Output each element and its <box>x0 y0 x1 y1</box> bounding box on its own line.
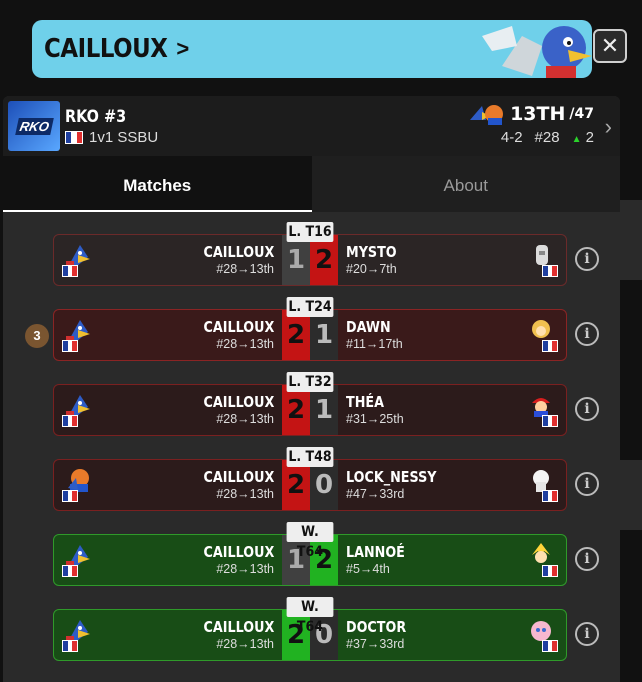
opponent-seed: #20→7th <box>346 262 397 276</box>
opponent-score: 0 <box>310 460 338 510</box>
player-score: 1 <box>282 235 310 285</box>
background-strip <box>620 460 642 530</box>
info-icon[interactable]: i <box>575 247 599 271</box>
player-name: CAILLOUX <box>203 468 274 486</box>
opponent-name: DOCTOR <box>346 618 407 636</box>
event-name: 1v1 SSBU <box>89 128 159 146</box>
tournament-row[interactable]: RKO RKO #3 1v1 SSBU 13TH/47 4-2 #28 ▲ 2 … <box>3 96 620 156</box>
player-character-icon <box>62 393 90 427</box>
opponent-seed: #5→4th <box>346 562 390 576</box>
round-label: W. T64 <box>286 597 334 635</box>
rosalina-character-icon <box>530 468 558 502</box>
player-character-icon <box>62 618 90 652</box>
cloud-character-icon <box>530 543 558 577</box>
france-flag-icon <box>542 265 558 277</box>
seed: #28 <box>534 129 560 146</box>
france-flag-icon <box>62 415 78 427</box>
france-flag-icon <box>65 130 83 144</box>
player-name: CAILLOUX <box>203 393 274 411</box>
seed-delta: 2 <box>585 129 594 146</box>
player-character-icon <box>62 468 90 502</box>
mario-character-icon <box>530 393 558 427</box>
player-name: CAILLOUX <box>203 243 274 261</box>
seed-badge: 3 <box>25 324 49 348</box>
opponent-seed: #31→25th <box>346 412 404 426</box>
player-name: CAILLOUX <box>203 318 274 336</box>
opponent-name: LOCK_NESSY <box>346 468 437 486</box>
opponent-name: LANNOÉ <box>346 543 405 561</box>
player-score: 2 <box>282 385 310 435</box>
placement: 13TH <box>510 103 566 125</box>
opponent-score: 1 <box>310 385 338 435</box>
player-name: CAILLOUX <box>44 34 168 64</box>
info-icon[interactable]: i <box>575 547 599 571</box>
player-score: 2 <box>282 460 310 510</box>
background-strip <box>620 200 642 280</box>
player-score: 2 <box>282 310 310 360</box>
up-triangle-icon: ▲ <box>571 134 582 145</box>
france-flag-icon <box>62 565 78 577</box>
france-flag-icon <box>542 640 558 652</box>
player-seed: #28→13th <box>216 487 274 501</box>
opponent-seed: #11→17th <box>346 337 403 351</box>
close-button[interactable]: ✕ <box>593 29 627 63</box>
france-flag-icon <box>542 490 558 502</box>
round-label: W. T64 <box>286 522 334 560</box>
player-seed: #28→13th <box>216 412 274 426</box>
opponent-name: DAWN <box>346 318 391 336</box>
player-banner[interactable]: CAILLOUX > <box>32 20 592 78</box>
player-character-icon <box>62 543 90 577</box>
france-flag-icon <box>542 565 558 577</box>
villager-character-icon <box>530 318 558 352</box>
info-icon[interactable]: i <box>575 622 599 646</box>
opponent-score: 1 <box>310 310 338 360</box>
france-flag-icon <box>62 340 78 352</box>
entrants: /47 <box>569 106 594 122</box>
player-seed: #28→13th <box>216 562 274 576</box>
opponent-seed: #37→33rd <box>346 637 405 651</box>
france-flag-icon <box>62 640 78 652</box>
player-character-icon <box>62 318 90 352</box>
falco-character-art <box>482 26 592 78</box>
opponent-name: MYSTO <box>346 243 397 261</box>
player-name: CAILLOUX <box>203 543 274 561</box>
tab-bar: Matches About <box>3 156 620 212</box>
set-record: 4-2 <box>500 129 523 146</box>
tournament-logo: RKO <box>8 101 60 151</box>
round-label: L. T16 <box>286 222 334 242</box>
player-seed: #28→13th <box>216 262 274 276</box>
info-icon[interactable]: i <box>575 322 599 346</box>
opponent-name: THÉA <box>346 393 384 411</box>
player-seed: #28→13th <box>216 637 274 651</box>
player-name: CAILLOUX <box>203 618 274 636</box>
opponent-score: 2 <box>310 235 338 285</box>
france-flag-icon <box>542 340 558 352</box>
france-flag-icon <box>542 415 558 427</box>
round-label: L. T24 <box>286 297 334 317</box>
jigglypuff-character-icon <box>530 618 558 652</box>
info-icon[interactable]: i <box>575 472 599 496</box>
tournament-name: RKO #3 <box>65 106 127 127</box>
sheik-character-icon <box>530 243 558 277</box>
player-seed: #28→13th <box>216 337 274 351</box>
info-icon[interactable]: i <box>575 397 599 421</box>
player-character-icon <box>62 243 90 277</box>
round-label: L. T48 <box>286 447 334 467</box>
round-label: L. T32 <box>286 372 334 392</box>
character-icons <box>470 105 504 125</box>
france-flag-icon <box>62 490 78 502</box>
france-flag-icon <box>62 265 78 277</box>
opponent-seed: #47→33rd <box>346 487 405 501</box>
chevron-right-icon: > <box>176 36 190 61</box>
tab-matches[interactable]: Matches <box>3 156 312 212</box>
tab-about[interactable]: About <box>312 156 621 212</box>
chevron-right-icon: › <box>604 114 612 139</box>
